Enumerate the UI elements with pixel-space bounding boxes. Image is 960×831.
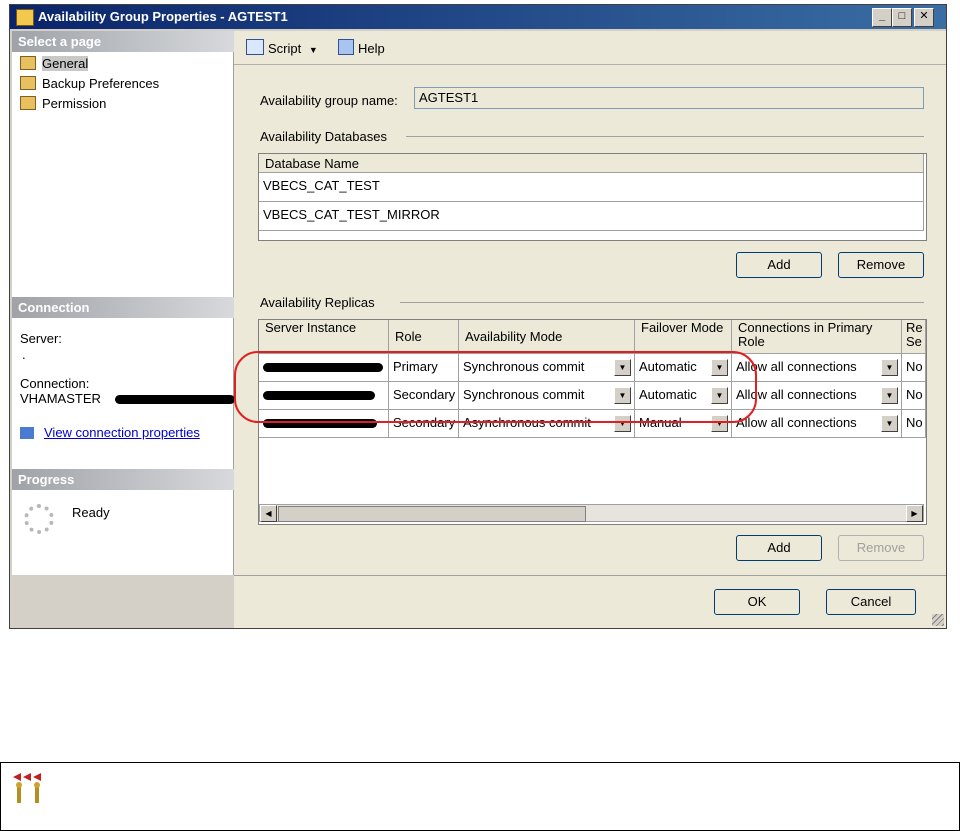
- connections-primary-select[interactable]: Allow all connections: [732, 410, 902, 438]
- availability-mode-column-header[interactable]: Availability Mode: [459, 320, 635, 354]
- help-icon: [338, 39, 354, 55]
- sidebar-item-general[interactable]: General: [20, 56, 89, 72]
- readable-secondary-column-header[interactable]: Re Se: [902, 320, 926, 354]
- app-icon: [16, 9, 34, 26]
- sidebar-item-backup-preferences[interactable]: Backup Preferences: [20, 76, 159, 92]
- database-row[interactable]: VBECS_CAT_TEST: [259, 173, 924, 202]
- page-icon: [20, 96, 36, 110]
- ag-name-field[interactable]: AGTEST1: [414, 87, 924, 109]
- title-bar[interactable]: Availability Group Properties - AGTEST1 …: [10, 5, 946, 29]
- divider: [406, 136, 924, 137]
- progress-spinner-icon: [24, 504, 54, 534]
- close-button[interactable]: ✕: [914, 8, 934, 27]
- script-icon: [246, 39, 264, 55]
- readable-secondary-cell[interactable]: No: [902, 382, 926, 410]
- dialog-footer: OK Cancel: [234, 575, 946, 628]
- ag-name-label: Availability group name:: [260, 93, 398, 108]
- general-page: Availability group name: AGTEST1 Availab…: [234, 65, 946, 575]
- add-database-button[interactable]: Add: [736, 252, 822, 278]
- failover-mode-column-header[interactable]: Failover Mode: [635, 320, 732, 354]
- add-replica-button[interactable]: Add: [736, 535, 822, 561]
- divider: [400, 302, 924, 303]
- page-icon: [20, 56, 36, 70]
- server-instance-column-header[interactable]: Server Instance: [259, 320, 389, 354]
- maximize-button[interactable]: □: [892, 8, 912, 27]
- connection-properties-icon: [20, 427, 34, 439]
- databases-section-title: Availability Databases: [260, 129, 387, 144]
- toolbar: Script ▼ Help: [234, 31, 946, 65]
- scroll-right-icon[interactable]: ▶: [906, 505, 923, 522]
- server-value: .: [22, 347, 26, 362]
- readable-secondary-cell[interactable]: No: [902, 354, 926, 382]
- view-connection-properties-link[interactable]: View connection properties: [20, 425, 200, 440]
- script-button[interactable]: Script ▼: [246, 39, 318, 56]
- scrollbar-thumb[interactable]: [278, 506, 586, 522]
- progress-status: Ready: [72, 505, 110, 520]
- resize-grip-icon[interactable]: [932, 614, 944, 626]
- connection-header: Connection: [12, 297, 234, 318]
- page-icon: [20, 76, 36, 90]
- horizontal-scrollbar[interactable]: ◀ ▶: [259, 504, 924, 522]
- progress-header: Progress: [12, 469, 234, 490]
- remove-database-button[interactable]: Remove: [838, 252, 924, 278]
- divider: [234, 575, 946, 576]
- connection-value: VHAMASTER: [20, 391, 101, 406]
- highlight-oval: [234, 351, 757, 423]
- connection-label: Connection:: [20, 376, 90, 391]
- chevron-down-icon[interactable]: ▼: [881, 359, 898, 376]
- window-title: Availability Group Properties - AGTEST1: [38, 9, 288, 24]
- connections-primary-select[interactable]: Allow all connections: [732, 382, 902, 410]
- replicas-section-title: Availability Replicas: [260, 295, 375, 310]
- chevron-down-icon[interactable]: ▼: [309, 45, 318, 55]
- database-row[interactable]: VBECS_CAT_TEST_MIRROR: [259, 202, 924, 231]
- note-box: [0, 762, 960, 831]
- connections-primary-select[interactable]: Allow all connections: [732, 354, 902, 382]
- redaction-mark: [115, 395, 235, 404]
- server-label: Server:: [20, 331, 62, 346]
- dialog-window: Availability Group Properties - AGTEST1 …: [9, 4, 947, 629]
- db-column-header[interactable]: Database Name: [259, 154, 924, 173]
- ok-button[interactable]: OK: [714, 589, 800, 615]
- select-page-header: Select a page: [12, 31, 234, 52]
- remove-replica-button: Remove: [838, 535, 924, 561]
- sidebar-item-permission[interactable]: Permission: [20, 96, 106, 112]
- minimize-button[interactable]: _: [872, 8, 892, 27]
- cancel-button[interactable]: Cancel: [826, 589, 916, 615]
- note-icon: [13, 773, 41, 803]
- chevron-down-icon[interactable]: ▼: [881, 415, 898, 432]
- left-panel: Select a page General Backup Preferences…: [12, 31, 235, 575]
- readable-secondary-cell[interactable]: No: [902, 410, 926, 438]
- databases-grid[interactable]: Database Name VBECS_CAT_TEST VBECS_CAT_T…: [258, 153, 927, 241]
- help-button[interactable]: Help: [338, 39, 385, 56]
- scroll-left-icon[interactable]: ◀: [260, 505, 277, 522]
- connections-primary-column-header[interactable]: Connections in Primary Role: [732, 320, 902, 354]
- chevron-down-icon[interactable]: ▼: [881, 387, 898, 404]
- role-column-header[interactable]: Role: [389, 320, 459, 354]
